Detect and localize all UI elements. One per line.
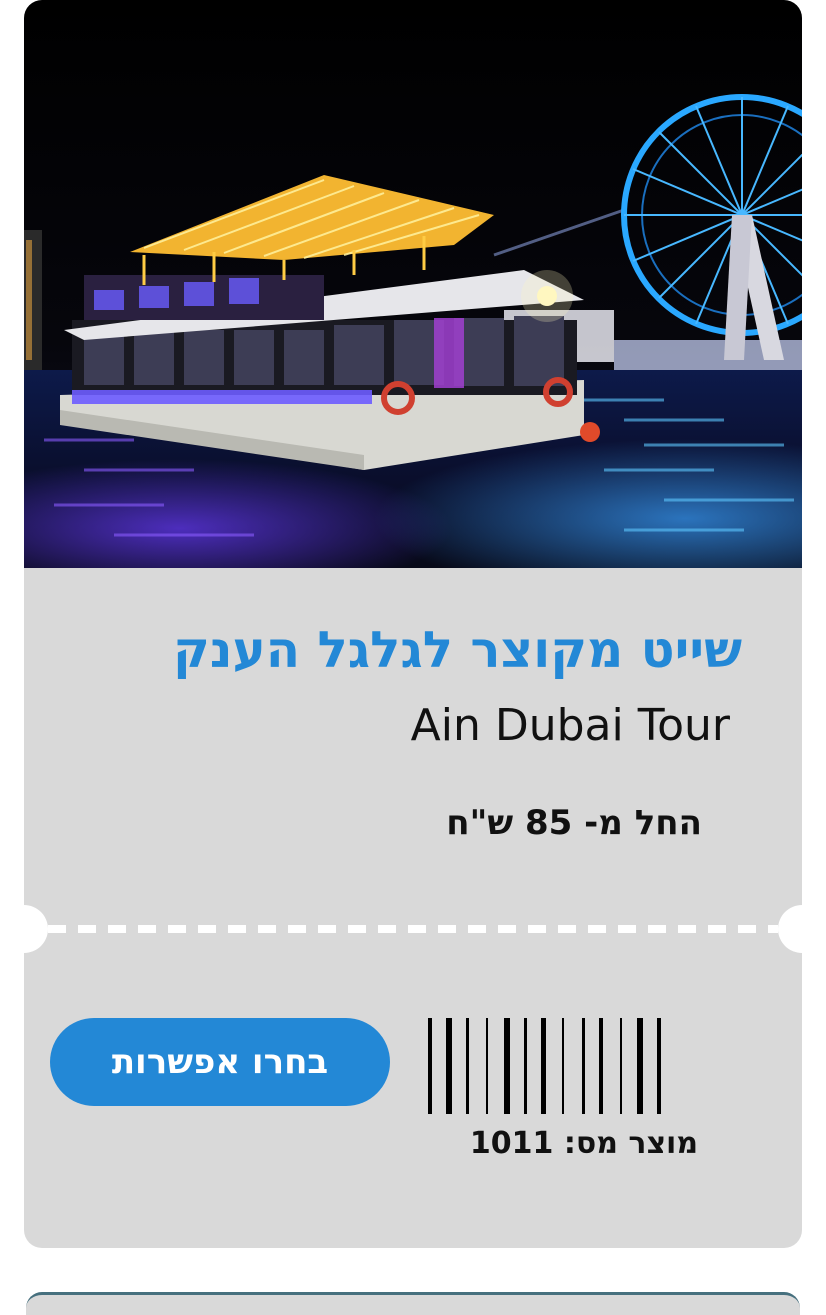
ticket-notch-right [778,905,802,953]
next-product-card[interactable] [26,1292,800,1315]
ticket-notch-left [24,905,48,953]
tour-title-english: Ain Dubai Tour [410,700,730,751]
barcode-icon [428,1018,661,1114]
product-photo [24,0,802,568]
tour-title-hebrew: שייט מקוצר לגלגל הענק [173,621,742,679]
ticket-perforation-divider [48,925,778,933]
price-label: החל מ- 85 ש"ח [446,803,702,843]
product-number: מוצר מס: 1011 [469,1126,699,1161]
product-card[interactable]: שייט מקוצר לגלגל הענק Ain Dubai Tour החל… [24,0,802,1248]
choose-option-button[interactable]: בחרו אפשרות [50,1018,390,1106]
